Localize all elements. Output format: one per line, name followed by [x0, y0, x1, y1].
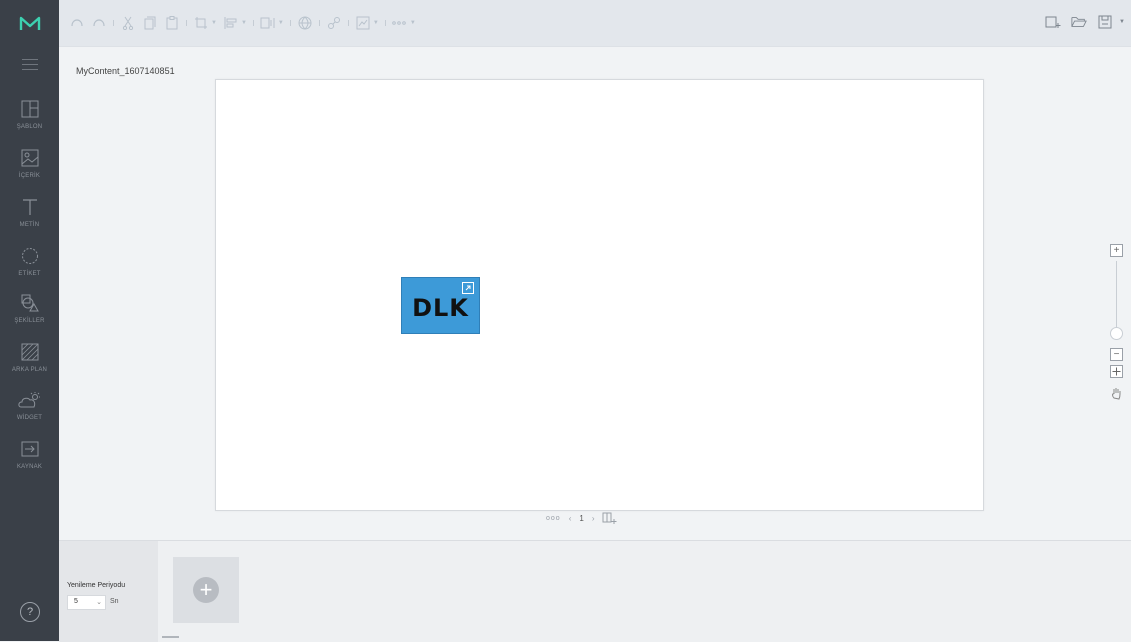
sidebar: ŞABLON İÇERİK METİN ETİKET ŞEKİLLER ARKA…: [0, 0, 59, 641]
toolbar-separator: [186, 20, 187, 26]
page-number: 1: [579, 513, 584, 523]
refresh-period-select[interactable]: 5 ⌄: [67, 595, 106, 610]
content-title[interactable]: MyContent_1607140851: [76, 66, 175, 76]
align-icon[interactable]: [223, 15, 239, 31]
fit-screen-button[interactable]: [1110, 365, 1123, 378]
refresh-settings: Yenileme Periyodu 5 ⌄ Sn: [59, 541, 158, 642]
image-icon: [21, 149, 38, 167]
undo-icon[interactable]: [69, 15, 85, 31]
sidebar-item-label: ARKA PLAN: [11, 367, 48, 373]
toolbar-separator: [318, 20, 320, 26]
sidebar-item-text[interactable]: METİN: [0, 198, 59, 246]
link-icon[interactable]: [326, 15, 342, 31]
chevron-down-icon[interactable]: ▼: [410, 20, 416, 26]
slides-panel: Yenileme Periyodu 5 ⌄ Sn +: [59, 540, 1131, 642]
help-button[interactable]: ?: [20, 602, 40, 622]
more-icon[interactable]: [392, 15, 408, 31]
toolbar-separator: [252, 20, 254, 26]
new-page-icon[interactable]: [1045, 14, 1061, 30]
chevron-down-icon: ⌄: [96, 599, 102, 606]
hand-icon[interactable]: [1111, 387, 1122, 400]
sidebar-item-label: ŞEKİLLER: [14, 318, 45, 324]
toolbar-separator: [347, 20, 349, 26]
sidebar-item-source[interactable]: KAYNAK: [0, 440, 59, 488]
globe-icon[interactable]: [297, 15, 313, 31]
add-slide-button[interactable]: +: [173, 557, 239, 623]
dlk-widget-text: DLK: [412, 293, 469, 322]
sidebar-item-label: ETİKET: [18, 271, 41, 277]
add-page-icon[interactable]: [602, 512, 618, 524]
text-icon: [22, 199, 37, 215]
toolbar-separator: [113, 20, 114, 26]
pages-overview-icon[interactable]: ooo: [546, 515, 561, 522]
zoom-out-button[interactable]: −: [1110, 348, 1123, 361]
slide-scroll-indicator: [162, 636, 179, 638]
chevron-right-icon[interactable]: ›: [592, 514, 595, 523]
zoom-in-button[interactable]: +: [1110, 244, 1123, 257]
sidebar-item-template[interactable]: ŞABLON: [0, 100, 59, 148]
move-icon: [1112, 367, 1121, 376]
sidebar-item-label: WİDGET: [16, 415, 43, 421]
volume-icon[interactable]: [260, 15, 276, 31]
design-canvas[interactable]: DLK: [215, 79, 984, 511]
toolbar: ▼ ▼ ▼ ▼ ▼ ▼: [59, 0, 1131, 47]
chevron-down-icon[interactable]: ▼: [373, 20, 379, 26]
sidebar-item-label: METİN: [19, 222, 40, 228]
chevron-down-icon[interactable]: ▼: [211, 20, 217, 26]
plus-icon: +: [193, 577, 219, 603]
sidebar-item-background[interactable]: ARKA PLAN: [0, 343, 59, 391]
copy-icon[interactable]: [142, 15, 158, 31]
chevron-down-icon[interactable]: ▼: [1119, 19, 1125, 25]
zoom-slider-thumb[interactable]: [1110, 327, 1123, 340]
help-icon: ?: [26, 606, 34, 618]
page-navigator: ooo ‹ 1 ›: [546, 511, 618, 525]
sidebar-item-widget[interactable]: WİDGET: [0, 391, 59, 439]
toolbar-separator: [289, 20, 291, 26]
app-logo[interactable]: [0, 0, 59, 48]
weather-widget-icon: [17, 392, 40, 408]
shapes-icon: [21, 294, 39, 312]
sidebar-item-tag[interactable]: ETİKET: [0, 247, 59, 295]
sidebar-item-label: İÇERİK: [18, 173, 41, 179]
sidebar-item-label: KAYNAK: [16, 464, 43, 470]
image-edit-icon[interactable]: [355, 15, 371, 31]
redo-icon[interactable]: [91, 15, 107, 31]
refresh-period-unit: Sn: [110, 598, 119, 605]
zoom-slider-track[interactable]: [1116, 261, 1117, 329]
paste-icon[interactable]: [164, 15, 180, 31]
refresh-period-value: 5: [74, 598, 78, 605]
sidebar-item-content[interactable]: İÇERİK: [0, 149, 59, 197]
toolbar-separator: [384, 20, 386, 26]
dlk-widget[interactable]: DLK: [401, 277, 480, 334]
cut-icon[interactable]: [120, 15, 136, 31]
crop-icon[interactable]: [193, 15, 209, 31]
menu-icon[interactable]: [22, 59, 38, 70]
logo-icon: [19, 16, 40, 30]
chevron-down-icon[interactable]: ▼: [278, 20, 284, 26]
external-link-icon[interactable]: [462, 282, 474, 294]
tag-icon: [21, 248, 38, 264]
refresh-period-label: Yenileme Periyodu: [67, 582, 126, 589]
chevron-left-icon[interactable]: ‹: [569, 514, 572, 523]
open-folder-icon[interactable]: [1071, 14, 1087, 30]
sidebar-item-label: ŞABLON: [16, 124, 43, 130]
chevron-down-icon[interactable]: ▼: [241, 20, 247, 26]
template-icon: [21, 100, 38, 118]
source-icon: [21, 441, 38, 457]
save-icon[interactable]: [1097, 14, 1113, 30]
background-icon: [21, 343, 38, 361]
sidebar-item-shapes[interactable]: ŞEKİLLER: [0, 294, 59, 342]
